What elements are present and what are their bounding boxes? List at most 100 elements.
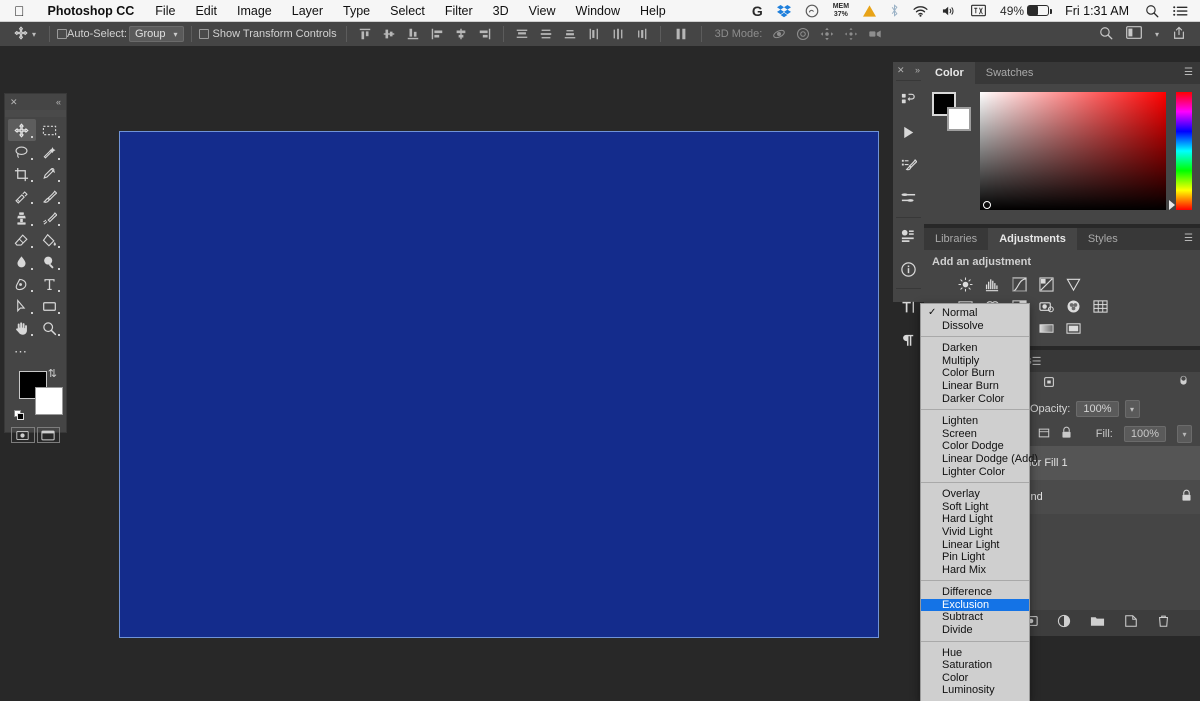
blend-mode-option[interactable]: Difference <box>921 586 1029 599</box>
blend-mode-option[interactable]: Color Dodge <box>921 440 1029 453</box>
battery-indicator[interactable]: 49% <box>993 4 1056 18</box>
color-field-picker[interactable] <box>983 201 991 209</box>
tool-pen[interactable] <box>8 273 36 295</box>
close-icon[interactable]: ✕ <box>897 65 905 76</box>
tool-rectangular-marquee[interactable] <box>36 119 64 141</box>
tool-dodge[interactable] <box>36 251 64 273</box>
align-horizontal-centers-icon[interactable] <box>454 27 468 41</box>
gradient-map-icon[interactable] <box>1039 321 1054 336</box>
menu-item-view[interactable]: View <box>519 4 566 18</box>
tools-panel-grip[interactable] <box>5 110 66 117</box>
dropbox-icon[interactable] <box>770 4 798 18</box>
tool-rectangle[interactable] <box>36 295 64 317</box>
menu-item-select[interactable]: Select <box>380 4 435 18</box>
tool-quick-selection[interactable] <box>36 141 64 163</box>
brightness-contrast-icon[interactable] <box>958 276 973 292</box>
search-icon[interactable] <box>1099 26 1113 43</box>
background-color-swatch[interactable] <box>947 107 971 131</box>
menu-item-image[interactable]: Image <box>227 4 282 18</box>
align-top-edges-icon[interactable] <box>358 27 372 41</box>
notification-center-icon[interactable] <box>1166 5 1200 17</box>
blend-mode-option[interactable]: Normal <box>921 307 1029 320</box>
tool-crop[interactable] <box>8 163 36 185</box>
chevron-down-icon[interactable]: ▾ <box>32 30 36 39</box>
tool-zoom[interactable] <box>36 317 64 339</box>
tool-gradient-paint-bucket[interactable] <box>36 229 64 251</box>
search-icon[interactable] <box>1138 4 1166 18</box>
workspace-icon[interactable] <box>1126 26 1142 42</box>
wifi-icon[interactable] <box>906 5 935 17</box>
double-chevron-icon[interactable]: » <box>915 65 920 75</box>
opacity-stepper[interactable]: ▾ <box>1124 400 1140 418</box>
color-lookup-icon[interactable] <box>1093 299 1108 314</box>
tool-brush[interactable] <box>36 185 64 207</box>
new-adjustment-icon[interactable] <box>1057 614 1071 633</box>
grammarly-icon[interactable]: G <box>745 3 770 19</box>
tool-clone-stamp[interactable] <box>8 207 36 229</box>
distribute-right-edges-icon[interactable] <box>635 27 649 41</box>
menu-item-edit[interactable]: Edit <box>185 4 227 18</box>
bluetooth-icon[interactable] <box>883 4 906 17</box>
color-field[interactable] <box>980 92 1166 210</box>
ellipsis-icon[interactable]: ⋯ <box>5 339 66 363</box>
properties-icon[interactable] <box>893 220 924 253</box>
filter-smart-icon[interactable] <box>1042 375 1056 394</box>
creative-cloud-icon[interactable] <box>798 4 826 18</box>
roll-3d-icon[interactable] <box>796 27 810 41</box>
menu-bar-clock[interactable]: Fri 1:31 AM <box>1056 4 1138 18</box>
show-transform-controls-checkbox[interactable] <box>198 29 209 39</box>
blend-mode-option[interactable]: Soft Light <box>921 501 1029 514</box>
align-right-edges-icon[interactable] <box>478 27 492 41</box>
blend-mode-option[interactable]: Lighten <box>921 415 1029 428</box>
hue-slider[interactable] <box>1169 92 1192 210</box>
input-source-icon[interactable] <box>964 4 993 17</box>
active-tool-preset[interactable]: ▾ <box>0 26 42 43</box>
new-layer-icon[interactable] <box>1124 614 1138 633</box>
double-chevron-icon[interactable]: « <box>56 97 61 107</box>
blend-mode-option[interactable]: Hue <box>921 647 1029 660</box>
tool-path-selection[interactable] <box>8 295 36 317</box>
fill-value[interactable]: 100% <box>1123 426 1166 442</box>
blend-mode-menu[interactable]: NormalDissolveDarkenMultiplyColor BurnLi… <box>920 303 1038 701</box>
blend-mode-option[interactable]: Linear Dodge (Add) <box>921 453 1038 466</box>
canvas-artboard[interactable] <box>119 131 879 638</box>
blend-mode-option[interactable]: Subtract <box>921 611 1029 624</box>
blend-mode-option[interactable]: Darken <box>921 342 1029 355</box>
selective-color-icon[interactable] <box>1066 321 1081 336</box>
photo-filter-icon[interactable] <box>1039 299 1054 314</box>
tab-libraries[interactable]: Libraries <box>924 228 988 250</box>
menu-item-layer[interactable]: Layer <box>282 4 333 18</box>
menu-item-filter[interactable]: Filter <box>435 4 483 18</box>
distribute-horizontal-centers-icon[interactable] <box>611 27 625 41</box>
auto-select-dropdown[interactable]: Group ▾ <box>128 26 184 42</box>
tool-history-brush[interactable] <box>36 207 64 229</box>
tool-move[interactable] <box>8 119 36 141</box>
exposure-icon[interactable] <box>1039 276 1054 292</box>
brush-presets-icon[interactable] <box>893 182 924 215</box>
volume-icon[interactable] <box>935 5 964 17</box>
menu-item-window[interactable]: Window <box>566 4 630 18</box>
distribute-spacing-icon[interactable] <box>674 27 688 41</box>
blend-mode-option[interactable]: Divide <box>921 624 1029 637</box>
tab-styles[interactable]: Styles <box>1077 228 1129 250</box>
blend-mode-option[interactable]: Linear Light <box>921 539 1029 552</box>
filter-toggle-icon[interactable] <box>1177 375 1200 394</box>
scale-3d-icon[interactable] <box>868 27 882 41</box>
levels-icon[interactable] <box>985 277 1000 292</box>
blend-mode-option[interactable]: Color <box>921 672 1029 685</box>
blend-mode-option[interactable]: Darker Color <box>921 393 1029 406</box>
swap-colors-icon[interactable]: ⇅ <box>48 367 57 380</box>
default-colors-icon[interactable] <box>14 410 25 421</box>
tool-spot-healing-brush[interactable] <box>8 185 36 207</box>
blend-mode-option[interactable]: Luminosity <box>921 684 1029 697</box>
background-color-swatch[interactable] <box>35 387 63 415</box>
tool-hand[interactable] <box>8 317 36 339</box>
brush-settings-icon[interactable] <box>893 149 924 182</box>
blend-mode-option[interactable]: Multiply <box>921 355 1029 368</box>
tool-eyedropper[interactable] <box>36 163 64 185</box>
distribute-left-edges-icon[interactable] <box>587 27 601 41</box>
tab-adjustments[interactable]: Adjustments <box>988 228 1077 250</box>
menu-item-file[interactable]: File <box>145 4 185 18</box>
delete-layer-icon[interactable] <box>1157 614 1170 633</box>
lock-artboard-icon[interactable] <box>1038 427 1050 442</box>
